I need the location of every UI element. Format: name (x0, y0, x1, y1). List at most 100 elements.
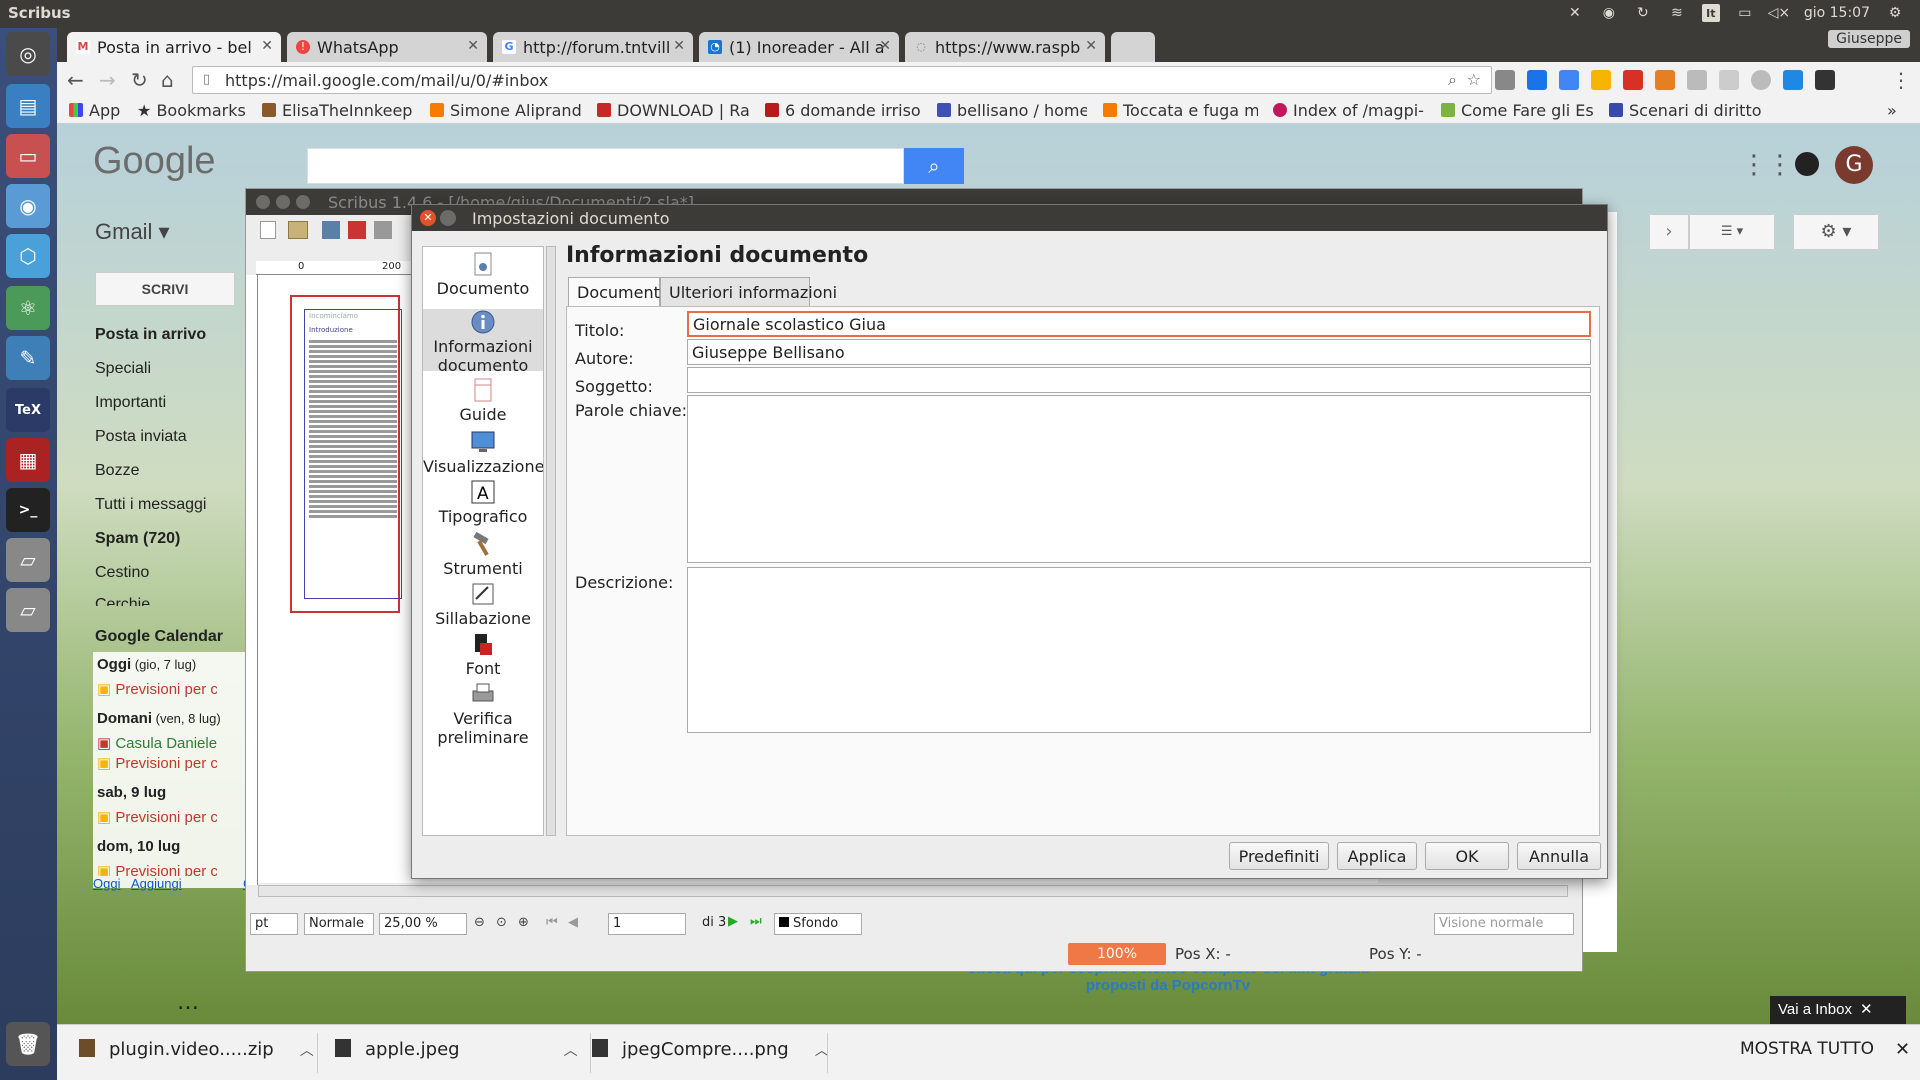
folder-inbox[interactable]: Posta in arrivo (95, 326, 206, 344)
bookmark-item[interactable]: Simone Aliprand (430, 101, 590, 120)
last-page-icon[interactable]: ⏭ (750, 914, 762, 929)
calendar-link-add[interactable]: Aggiungi (131, 876, 182, 891)
atom-icon[interactable]: ⚛ (6, 286, 50, 330)
notifications-icon[interactable] (1795, 152, 1819, 176)
terminal-icon[interactable]: >_ (6, 488, 50, 532)
document-page[interactable]: Incominciamo Introduzione (290, 295, 402, 613)
horizontal-scrollbar[interactable] (258, 885, 1568, 897)
folder-drafts[interactable]: Bozze (95, 462, 139, 480)
previous-page-icon[interactable]: ◀ (568, 915, 578, 930)
extension-red-icon[interactable] (1623, 70, 1643, 90)
folder-important[interactable]: Importanti (95, 394, 166, 412)
cancel-button[interactable]: Annulla (1517, 842, 1601, 870)
close-icon[interactable]: ✕ (467, 38, 479, 54)
wifi-icon[interactable]: ≋ (1668, 4, 1686, 22)
back-arrow-icon[interactable]: ← (67, 68, 84, 92)
view-mode-select[interactable]: Visione normale (1434, 913, 1574, 935)
google-logo[interactable]: Google (93, 140, 216, 183)
google-translate-icon[interactable] (1559, 70, 1579, 90)
clock[interactable]: gio 15:07 (1804, 5, 1870, 21)
sidebar-item-guide[interactable]: Guide (423, 377, 543, 425)
calendar-event[interactable]: ▣ Previsioni per cag (97, 754, 217, 772)
extension-puzzle-icon[interactable] (1495, 70, 1515, 90)
calendar-event[interactable]: ▣ Previsioni per cag (97, 680, 217, 698)
tab-inoreader[interactable]: ◔ (1) Inoreader - All a ✕ (699, 32, 899, 62)
scribus-launcher-icon[interactable]: ▭ (6, 134, 50, 178)
folder-sent[interactable]: Posta inviata (95, 428, 187, 446)
extension-circle-icon[interactable] (1751, 70, 1771, 90)
sidebar-item-documento[interactable]: Documento (423, 251, 543, 309)
drive-icon-2[interactable]: ▱ (6, 588, 50, 632)
apply-button[interactable]: Applica (1337, 842, 1417, 870)
address-bar[interactable]: ▯ https://mail.google.com/mail/u/0/#inbo… (192, 66, 1492, 94)
keyboard-layout-indicator[interactable]: It (1701, 4, 1720, 22)
layer-select[interactable]: Sfondo (774, 913, 862, 935)
folder-spam[interactable]: Spam (720) (95, 530, 180, 548)
files-icon[interactable]: ▤ (6, 84, 50, 128)
close-document-icon[interactable] (348, 221, 366, 239)
minimize-window-icon[interactable] (276, 195, 290, 209)
zoom-in-icon[interactable]: ⊕ (518, 915, 529, 930)
close-icon[interactable]: ✕ (879, 38, 891, 54)
folder-starred[interactable]: Speciali (95, 360, 151, 378)
bookmark-item[interactable]: DOWNLOAD | Ra (597, 101, 752, 120)
extension-keep-icon[interactable] (1591, 70, 1611, 90)
folder-trash[interactable]: Cestino (95, 564, 149, 582)
download-item[interactable]: jpegCompre....png ︿ (592, 1039, 829, 1060)
close-icon[interactable]: ✕ (261, 38, 273, 54)
zoom-search-icon[interactable]: ⌕ (1448, 70, 1457, 90)
bookmark-apps[interactable]: App (69, 101, 120, 120)
tab-ulteriori-informazioni[interactable]: Ulteriori informazioni (660, 277, 837, 307)
defaults-button[interactable]: Predefiniti (1229, 842, 1329, 870)
sidebar-item-font[interactable]: Font (423, 631, 543, 679)
close-icon[interactable]: ✕ (420, 210, 436, 226)
ok-button[interactable]: OK (1425, 842, 1509, 870)
sidebar-item-visualizzazione[interactable]: Visualizzazione (423, 429, 543, 477)
bookmark-item[interactable]: Come Fare gli Es (1441, 101, 1601, 120)
tab-forum[interactable]: G http://forum.tntvill ✕ (493, 32, 693, 62)
go-to-inbox-button[interactable]: Vai a Inbox ✕ (1770, 996, 1906, 1024)
zoom-input[interactable]: 25,00 % (379, 913, 467, 935)
apps-grid-icon[interactable]: ⋮⋮ (1741, 150, 1793, 180)
close-icon[interactable]: ✕ (1085, 38, 1097, 54)
extension-dark-icon[interactable] (1815, 70, 1835, 90)
chrome-launcher-icon[interactable]: ◉ (6, 184, 50, 228)
folder-circles[interactable]: Cerchie (95, 596, 150, 606)
sidebar-item-tipografico[interactable]: A Tipografico (423, 479, 543, 527)
page-number-input[interactable]: 1 (608, 913, 686, 935)
close-window-icon[interactable] (256, 195, 270, 209)
first-page-icon[interactable]: ⏮ (546, 915, 558, 930)
settings-gear-icon[interactable]: ⚙ (1886, 4, 1904, 22)
new-document-icon[interactable] (260, 221, 276, 239)
unit-select[interactable]: pt (250, 913, 298, 935)
text-frame[interactable]: Incominciamo Introduzione (304, 309, 402, 599)
tab-gmail[interactable]: M Posta in arrivo - bel ✕ (67, 32, 281, 62)
gmail-search-input[interactable] (307, 148, 904, 184)
close-icon[interactable]: ✕ (1860, 1001, 1873, 1018)
sidebar-item-sillabazione[interactable]: Sillabazione (423, 581, 543, 629)
close-icon[interactable]: ✕ (1895, 1039, 1910, 1060)
dash-home-icon[interactable]: ◎ (6, 32, 50, 76)
zoom-out-icon[interactable]: ⊖ (474, 915, 485, 930)
avatar[interactable]: G (1835, 146, 1873, 184)
chrome-tray-icon[interactable]: ◉ (1600, 4, 1618, 22)
bookmark-item[interactable]: ElisaTheInnkeep (262, 101, 427, 120)
mode-select[interactable]: Normale (304, 913, 374, 935)
forward-arrow-icon[interactable]: → (99, 68, 116, 92)
chevron-up-icon[interactable]: ︿ (300, 1043, 314, 1059)
next-page-chevron-icon[interactable]: › (1649, 214, 1689, 250)
sidebar-item-strumenti[interactable]: Strumenti (423, 531, 543, 579)
extension-calendar-icon[interactable] (1527, 70, 1547, 90)
minimize-window-icon[interactable] (440, 210, 456, 226)
bookmark-item[interactable]: 6 domande irriso (765, 101, 930, 120)
tab-documento[interactable]: Documento (568, 277, 670, 307)
dropbox-tray-icon[interactable]: ✕ (1566, 4, 1584, 22)
tab-raspberry[interactable]: ◌ https://www.raspb ✕ (905, 32, 1105, 62)
sidebar-item-verifica[interactable]: Verifica preliminare (423, 681, 543, 747)
dropbox-extension-icon[interactable] (1687, 70, 1707, 90)
more-bookmarks-icon[interactable]: » (1887, 101, 1897, 120)
bookmark-item[interactable]: Scenari di diritto (1609, 101, 1774, 120)
more-icon[interactable]: … (177, 990, 199, 1015)
keywords-textarea[interactable] (687, 395, 1591, 563)
extension-grey-icon[interactable] (1719, 70, 1739, 90)
